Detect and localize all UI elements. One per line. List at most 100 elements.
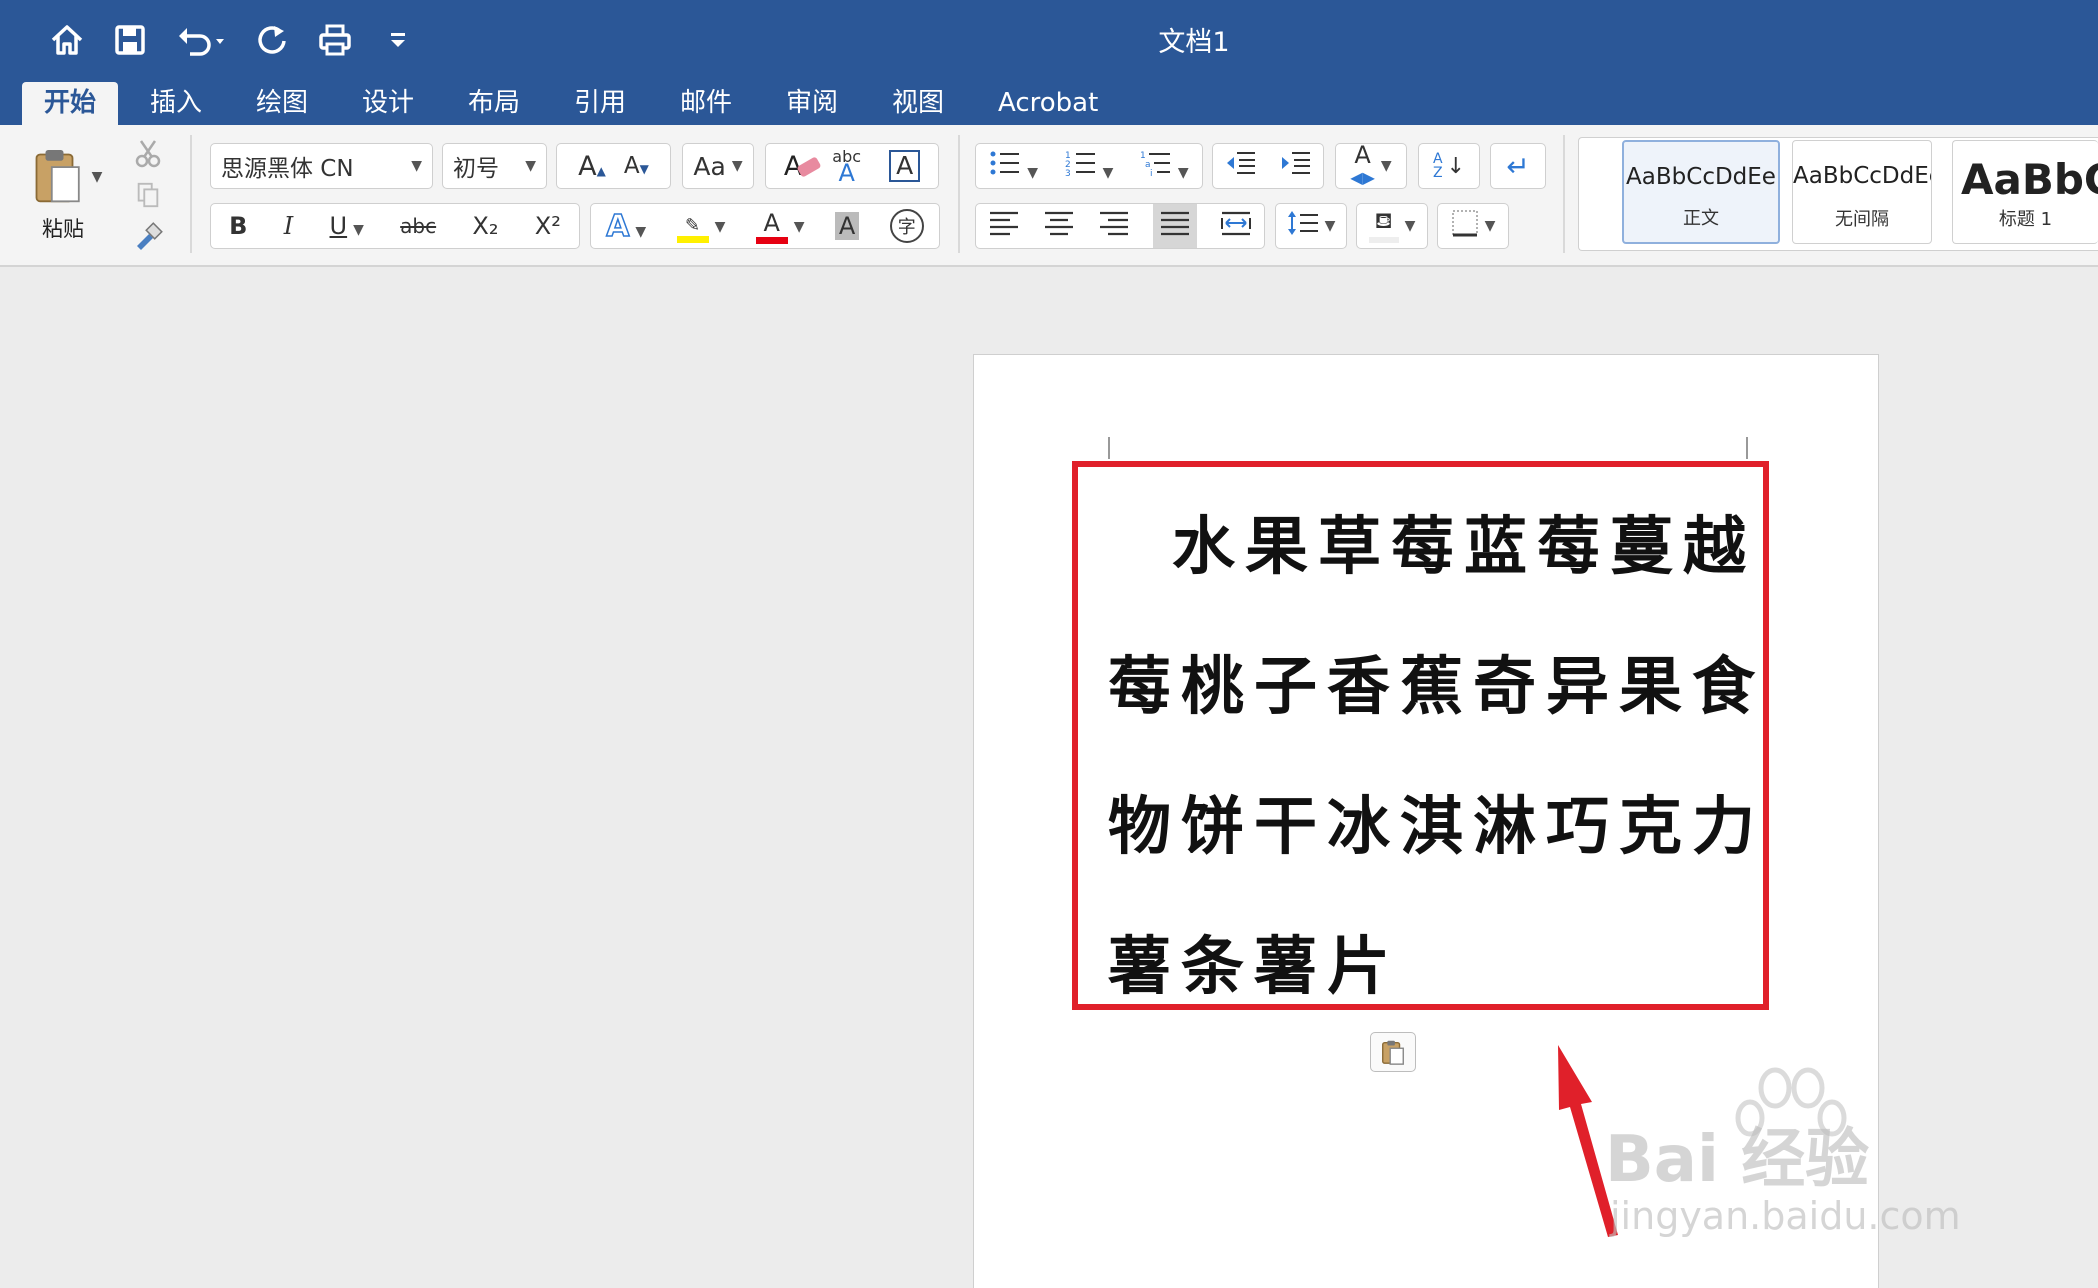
font-family-value: 思源黑体 CN bbox=[221, 156, 354, 182]
font-size-select[interactable]: 初号 ▼ bbox=[442, 143, 547, 189]
copy-icon[interactable] bbox=[128, 175, 168, 215]
font-style-group: B I U ▼ abc X₂ X² bbox=[210, 203, 580, 249]
increase-indent-icon[interactable] bbox=[1280, 149, 1312, 183]
subscript-button[interactable]: X₂ bbox=[472, 212, 498, 240]
tab-design[interactable]: 设计 bbox=[340, 82, 436, 125]
highlighter-icon: ✎ bbox=[676, 215, 709, 243]
text-direction-icon: A ◀▶ bbox=[1350, 140, 1375, 187]
sort-icon: AZ bbox=[1432, 151, 1443, 181]
tab-acrobat[interactable]: Acrobat bbox=[976, 82, 1120, 125]
paste-button[interactable]: ▼ bbox=[22, 137, 112, 217]
watermark-brand: Bai 经验 bbox=[1605, 1123, 1870, 1197]
numbering-icon: 123 bbox=[1065, 151, 1095, 179]
grow-font-icon[interactable]: A▲ bbox=[578, 151, 606, 182]
font-size-value: 初号 bbox=[453, 156, 499, 182]
crop-mark bbox=[1746, 437, 1748, 459]
character-border-icon[interactable]: A bbox=[889, 150, 921, 182]
font-size-buttons: A▲ A▼ bbox=[556, 143, 671, 189]
multilevel-list-icon: 1ai bbox=[1140, 151, 1170, 179]
text-direction-button[interactable]: A ◀▶ ▼ bbox=[1335, 143, 1407, 189]
line-spacing-button[interactable]: ▼ bbox=[1275, 203, 1347, 249]
svg-text:3: 3 bbox=[1065, 169, 1071, 177]
clipboard-icon bbox=[1382, 1040, 1404, 1065]
tab-home[interactable]: 开始 bbox=[22, 82, 119, 125]
change-case-icon: Aa bbox=[693, 151, 726, 181]
tab-references[interactable]: 引用 bbox=[552, 82, 648, 125]
watermark-url: jingyan.baidu.com bbox=[1610, 1194, 1961, 1238]
text-effects-button[interactable]: A ▼ bbox=[605, 208, 646, 245]
list-group: ▼ 1 2 3 ▼ 1 a i ▼ bbox=[975, 143, 1203, 189]
title-bar: 文档1 开始 插入 绘图 设计 布局 引用 邮件 审阅 视图 Acrobat bbox=[0, 0, 2098, 125]
change-case-button[interactable]: Aa ▼ bbox=[682, 143, 754, 189]
paste-options-button[interactable] bbox=[1370, 1032, 1416, 1072]
style-no-spacing[interactable]: AaBbCcDdEe 无间隔 bbox=[1792, 140, 1932, 244]
chevron-down-icon: ▼ bbox=[411, 158, 422, 174]
text-effects-icon: A bbox=[605, 208, 630, 245]
paste-label: 粘贴 bbox=[42, 217, 84, 241]
style-heading-1[interactable]: AaBbC 标题 1 bbox=[1952, 140, 2098, 244]
separator bbox=[958, 135, 960, 253]
enclose-character-icon[interactable]: 字 bbox=[889, 209, 924, 243]
tab-mailings[interactable]: 邮件 bbox=[658, 82, 754, 125]
style-sample: AaBbCcDdEe bbox=[1793, 163, 1932, 189]
line-spacing-icon bbox=[1287, 209, 1319, 243]
separator bbox=[190, 135, 192, 253]
tab-draw[interactable]: 绘图 bbox=[234, 82, 330, 125]
font-color-icon: A bbox=[755, 209, 788, 244]
paragraph-mark-icon: ↵ bbox=[1506, 149, 1530, 183]
phonetic-guide-icon[interactable]: abc A bbox=[832, 148, 861, 185]
font-family-select[interactable]: 思源黑体 CN ▼ bbox=[210, 143, 433, 189]
highlight-button[interactable]: ✎ ▼ bbox=[676, 209, 725, 243]
align-left-icon[interactable] bbox=[988, 210, 1020, 242]
indent-group bbox=[1212, 143, 1324, 189]
tab-view[interactable]: 视图 bbox=[870, 82, 966, 125]
borders-icon bbox=[1451, 209, 1479, 243]
align-right-icon[interactable] bbox=[1098, 210, 1130, 242]
italic-button[interactable]: I bbox=[284, 212, 293, 240]
crop-mark bbox=[1108, 437, 1110, 459]
separator bbox=[1563, 135, 1565, 253]
paste-dropdown-icon[interactable]: ▼ bbox=[92, 169, 103, 185]
svg-text:i: i bbox=[1150, 169, 1153, 177]
tab-insert[interactable]: 插入 bbox=[128, 82, 224, 125]
font-color-button[interactable]: A ▼ bbox=[755, 209, 805, 244]
shading-button[interactable]: ⛾ ▼ bbox=[1356, 203, 1428, 249]
ribbon: ▼ 粘贴 思源黑体 CN ▼ 初号 ▼ A▲ A▼ Aa ▼ A abc A A B… bbox=[0, 125, 2098, 267]
style-name: 标题 1 bbox=[1998, 209, 2053, 230]
alignment-group bbox=[975, 203, 1265, 249]
tab-review[interactable]: 审阅 bbox=[764, 82, 860, 125]
document-title: 文档1 bbox=[1158, 27, 1230, 58]
borders-button[interactable]: ▼ bbox=[1437, 203, 1509, 249]
shrink-font-icon[interactable]: A▼ bbox=[624, 153, 649, 179]
distributed-icon[interactable] bbox=[1220, 210, 1252, 242]
clear-format-group: A abc A A bbox=[765, 143, 939, 189]
strikethrough-button[interactable]: abc bbox=[400, 214, 436, 238]
bold-button[interactable]: B bbox=[229, 212, 247, 240]
underline-button[interactable]: U ▼ bbox=[330, 212, 364, 240]
bullets-button[interactable]: ▼ bbox=[989, 149, 1038, 183]
font-effects-group: A ▼ ✎ ▼ A ▼ A 字 bbox=[590, 203, 940, 249]
style-normal[interactable]: AaBbCcDdEe 正文 bbox=[1622, 140, 1780, 244]
superscript-button[interactable]: X² bbox=[535, 212, 561, 240]
multilevel-list-button[interactable]: 1 a i ▼ bbox=[1140, 149, 1189, 183]
style-sample: AaBbCcDdEe bbox=[1626, 164, 1776, 190]
paint-bucket-icon: ⛾ bbox=[1368, 209, 1399, 243]
paste-icon bbox=[35, 150, 80, 203]
clear-formatting-icon[interactable]: A bbox=[784, 151, 822, 182]
decrease-indent-icon[interactable] bbox=[1225, 149, 1257, 183]
justify-icon[interactable] bbox=[1153, 204, 1198, 248]
numbering-button[interactable]: 1 2 3 ▼ bbox=[1065, 149, 1114, 183]
align-center-icon[interactable] bbox=[1043, 210, 1075, 242]
style-name: 正文 bbox=[1683, 208, 1719, 229]
show-formatting-button[interactable]: ↵ bbox=[1490, 143, 1546, 189]
cut-icon[interactable] bbox=[128, 133, 168, 173]
format-painter-icon[interactable] bbox=[128, 215, 168, 255]
style-name: 无间隔 bbox=[1835, 209, 1889, 230]
character-shading-icon[interactable]: A bbox=[834, 212, 860, 240]
style-sample: AaBbC bbox=[1961, 155, 2098, 204]
chevron-down-icon: ▼ bbox=[525, 158, 536, 174]
tab-layout[interactable]: 布局 bbox=[446, 82, 542, 125]
underline-label: U bbox=[329, 212, 348, 240]
bullets-icon bbox=[990, 151, 1020, 175]
sort-button[interactable]: A Z ↓ bbox=[1418, 143, 1480, 189]
